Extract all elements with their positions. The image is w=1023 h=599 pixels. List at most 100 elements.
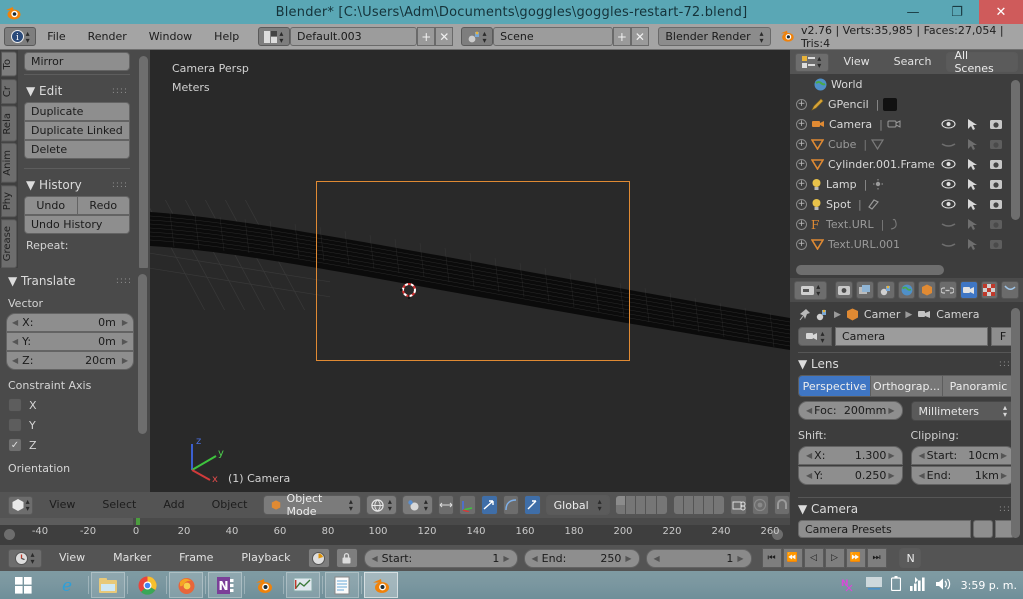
- viewport-menu-view[interactable]: View: [38, 496, 86, 514]
- tab-create[interactable]: Cr: [1, 78, 17, 104]
- translate-panel-header[interactable]: ▼ Translate ::::: [6, 268, 134, 292]
- editor-type-outliner-button[interactable]: ▴ ▾: [795, 52, 829, 72]
- cursor-select-icon[interactable]: [967, 238, 978, 251]
- timeline-menu-view[interactable]: View: [48, 549, 96, 567]
- constraint-z-checkbox[interactable]: ✓: [8, 438, 22, 452]
- viewport-menu-add[interactable]: Add: [152, 496, 195, 514]
- manipulator-extra-button[interactable]: [524, 495, 541, 515]
- outliner-row-cube[interactable]: + Cube |: [790, 134, 1009, 154]
- increment-arrow-icon[interactable]: ▶: [122, 318, 128, 327]
- network-icon[interactable]: [909, 576, 926, 594]
- lens-panel-header[interactable]: ▼ Lens ::::: [790, 353, 1023, 375]
- expand-icon[interactable]: +: [796, 98, 807, 110]
- increment-arrow-icon[interactable]: ▶: [1001, 471, 1007, 480]
- outliner-display-mode[interactable]: All Scenes: [946, 49, 1018, 75]
- cursor-select-icon[interactable]: [967, 198, 978, 211]
- translate-x-field[interactable]: ◀ X: 0m ▶: [6, 313, 134, 332]
- tab-world-icon[interactable]: [897, 281, 916, 299]
- expand-icon[interactable]: +: [796, 198, 807, 210]
- timeline-playhead[interactable]: [136, 518, 140, 525]
- eye-icon[interactable]: [941, 199, 956, 209]
- jump-to-end-button[interactable]: ⏭: [866, 548, 887, 568]
- start-icon[interactable]: [6, 572, 40, 598]
- editor-type-properties-button[interactable]: ▴ ▾: [794, 280, 828, 300]
- manipulator-rotate-button[interactable]: [481, 495, 498, 515]
- increment-arrow-icon[interactable]: ▶: [122, 356, 128, 365]
- cursor-select-icon[interactable]: [967, 218, 978, 231]
- expand-icon[interactable]: +: [796, 138, 807, 150]
- tab-render-icon[interactable]: [835, 281, 854, 299]
- remove-scene-button[interactable]: ✕: [630, 27, 649, 46]
- next-keyframe-button[interactable]: ⏩: [845, 548, 866, 568]
- current-frame-field[interactable]: ◀ 1 ▶: [645, 548, 752, 568]
- file-explorer-icon[interactable]: [91, 572, 125, 598]
- play-reverse-button[interactable]: ◁: [803, 548, 824, 568]
- screen-layout-field[interactable]: Default.003: [290, 27, 418, 46]
- auto-keyframe-button[interactable]: [307, 548, 330, 568]
- decrement-arrow-icon[interactable]: ◀: [12, 356, 18, 365]
- viewport-menu-object[interactable]: Object: [201, 496, 259, 514]
- scene-layers-group-1[interactable]: [614, 495, 668, 515]
- expand-icon[interactable]: +: [796, 218, 807, 230]
- add-preset-button[interactable]: [973, 520, 993, 538]
- pivot-point-dropdown[interactable]: ▴ ▾: [401, 495, 433, 515]
- screen-layout-type-button[interactable]: ▴ ▾: [257, 27, 290, 46]
- increment-arrow-icon[interactable]: ▶: [122, 337, 128, 346]
- tab-tools[interactable]: To: [1, 52, 17, 77]
- lens-type-panoramic[interactable]: Panoramic: [943, 376, 1014, 396]
- shift-x-field[interactable]: ◀ X: 1.300 ▶: [798, 446, 903, 465]
- decrement-arrow-icon[interactable]: ◀: [12, 318, 18, 327]
- timeline-scrollbar-thumb[interactable]: [0, 518, 133, 525]
- add-scene-button[interactable]: +: [612, 27, 631, 46]
- lens-type-perspective[interactable]: Perspective: [799, 376, 871, 396]
- duplicate-button[interactable]: Duplicate: [24, 102, 130, 121]
- timeline-menu-frame[interactable]: Frame: [168, 549, 224, 567]
- onenote-icon[interactable]: N: [208, 572, 242, 598]
- tab-render-layers-icon[interactable]: [856, 281, 874, 299]
- 3d-viewport[interactable]: Camera Persp Meters (1) Camera z y x: [150, 50, 790, 492]
- new-keying-set-button[interactable]: N: [898, 548, 921, 568]
- focal-length-field[interactable]: ◀ Foc: 200mm ▶: [798, 401, 903, 420]
- eye-closed-icon[interactable]: [941, 139, 956, 149]
- outliner-row-lamp[interactable]: + Lamp |: [790, 174, 1009, 194]
- pin-icon[interactable]: [798, 308, 811, 321]
- render-camera-icon[interactable]: [989, 238, 1003, 250]
- duplicate-linked-button[interactable]: Duplicate Linked: [24, 121, 130, 140]
- tab-constraints-icon[interactable]: [939, 281, 957, 299]
- redo-button[interactable]: Redo: [76, 196, 130, 215]
- proportional-edit-button[interactable]: [751, 495, 769, 515]
- history-panel-header[interactable]: ▼ History ::::: [24, 172, 130, 196]
- menu-render[interactable]: Render: [77, 28, 138, 46]
- remove-screen-button[interactable]: ✕: [435, 27, 454, 46]
- shift-y-field[interactable]: ◀ Y: 0.250 ▶: [798, 466, 903, 485]
- viewport-shading-dropdown[interactable]: ▴ ▾: [365, 495, 397, 515]
- volume-icon[interactable]: [935, 577, 952, 594]
- outliner-row-camera[interactable]: + Camera |: [790, 114, 1009, 134]
- expand-icon[interactable]: +: [796, 158, 807, 170]
- outliner-menu-search[interactable]: Search: [885, 53, 941, 71]
- datablock-name-field[interactable]: Camera: [835, 327, 988, 346]
- menu-file[interactable]: File: [36, 28, 76, 46]
- tab-grease-pencil[interactable]: Grease: [1, 219, 17, 269]
- blender-active-icon[interactable]: [364, 572, 398, 598]
- clip-end-field[interactable]: ◀ End: 1km ▶: [910, 466, 1015, 485]
- render-camera-icon[interactable]: [989, 198, 1003, 210]
- undo-button[interactable]: Undo: [24, 196, 77, 215]
- increment-arrow-icon[interactable]: ▶: [1001, 451, 1007, 460]
- increment-arrow-icon[interactable]: ▶: [888, 471, 894, 480]
- outliner-row-gpencil[interactable]: + GPencil |: [790, 94, 1009, 114]
- close-button[interactable]: ✕: [979, 0, 1023, 24]
- interaction-mode-dropdown[interactable]: Object Mode ▴ ▾: [263, 492, 361, 518]
- constraint-axis-y-row[interactable]: Y: [6, 415, 134, 435]
- clip-start-field[interactable]: ◀ Start: 10cm ▶: [910, 446, 1015, 465]
- outliner-vscrollbar[interactable]: [1011, 80, 1020, 220]
- maximize-button[interactable]: ❐: [935, 0, 979, 24]
- constraint-axis-z-row[interactable]: ✓ Z: [6, 435, 134, 455]
- increment-arrow-icon[interactable]: ▶: [888, 406, 894, 415]
- breadcrumb-data[interactable]: Camera: [936, 308, 979, 321]
- cursor-select-icon[interactable]: [967, 158, 978, 171]
- properties-scrollbar[interactable]: [1011, 308, 1020, 538]
- battery-icon[interactable]: [890, 576, 901, 594]
- tab-object-icon[interactable]: [918, 281, 937, 299]
- eye-icon[interactable]: [941, 119, 956, 129]
